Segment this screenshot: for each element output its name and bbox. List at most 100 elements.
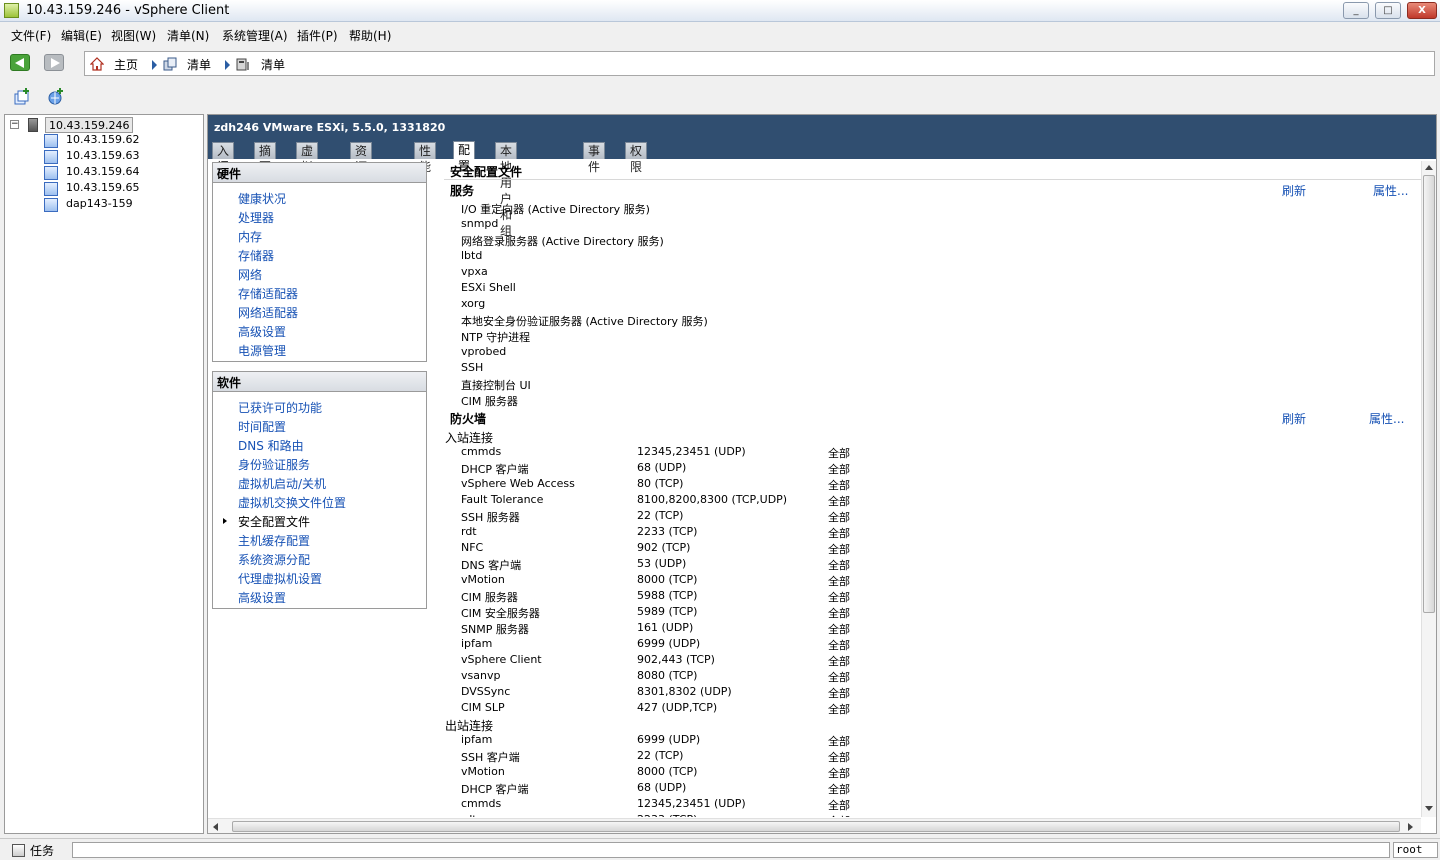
firewall-rule-ports: 902 (TCP): [637, 541, 691, 554]
breadcrumb-home[interactable]: 主页: [114, 56, 138, 73]
tasks-icon[interactable]: [12, 844, 25, 857]
firewall-rule-name: vMotion: [461, 765, 505, 778]
service-item: I/O 重定向器 (Active Directory 服务): [461, 203, 650, 216]
firewall-rule-scope: 全部: [828, 799, 850, 812]
hardware-link-power-management[interactable]: 电源管理: [238, 342, 286, 359]
firewall-rule-name: SSH 服务器: [461, 511, 520, 524]
outgoing-connections-label: 出站连接: [445, 719, 494, 733]
inventory-icon: [163, 57, 177, 71]
breadcrumb-inventory-2[interactable]: 清单: [261, 56, 285, 73]
tab-summary[interactable]: 摘要: [254, 142, 277, 174]
tree-item[interactable]: dap143-159: [66, 196, 133, 212]
vm-icon: [44, 198, 58, 212]
firewall-rule-scope: 全部: [828, 703, 850, 716]
firewall-properties-link[interactable]: 属性...: [1369, 410, 1404, 427]
firewall-rule-name: NFC: [461, 541, 484, 554]
tab-getting-started[interactable]: 入门: [212, 142, 235, 174]
firewall-rule-scope: 全部: [828, 559, 850, 572]
tree-root-host[interactable]: 10.43.159.246: [45, 117, 134, 133]
firewall-rule-name: cmmds: [461, 797, 502, 810]
menu-view[interactable]: 视图(W): [111, 27, 156, 44]
forward-arrow-icon[interactable]: [44, 54, 64, 71]
firewall-rule-ports: 22 (TCP): [637, 749, 684, 762]
service-item: 网络登录服务器 (Active Directory 服务): [461, 235, 664, 248]
software-heading: 软件: [213, 372, 426, 392]
software-link-vm-startup-shutdown[interactable]: 虚拟机启动/关机: [238, 475, 326, 492]
hardware-link-advanced-settings[interactable]: 高级设置: [238, 323, 286, 340]
vm-icon: [44, 182, 58, 196]
software-link-vm-swapfile-location[interactable]: 虚拟机交换文件位置: [238, 494, 346, 511]
vertical-scroll-thumb[interactable]: [1423, 175, 1435, 613]
horizontal-scroll-thumb[interactable]: [232, 821, 1400, 832]
tab-virtual-machines[interactable]: 虚拟机: [296, 142, 319, 190]
menu-administration[interactable]: 系统管理(A): [222, 27, 288, 44]
minimize-button[interactable]: _: [1343, 2, 1369, 19]
back-arrow-icon[interactable]: [10, 54, 30, 71]
close-button[interactable]: X: [1407, 2, 1437, 19]
tree-item[interactable]: 10.43.159.64: [66, 164, 139, 180]
services-refresh-link[interactable]: 刷新: [1282, 182, 1306, 199]
software-link-authentication-services[interactable]: 身份验证服务: [238, 456, 310, 473]
breadcrumb: 主页 清单 清单: [84, 51, 1435, 76]
scroll-right-arrow-icon[interactable]: [1408, 823, 1413, 831]
firewall-rule-ports: 80 (TCP): [637, 477, 684, 490]
firewall-rule-name: cmmds: [461, 445, 502, 458]
vertical-scrollbar[interactable]: [1421, 161, 1436, 817]
menu-plugins[interactable]: 插件(P): [297, 27, 338, 44]
tab-configuration[interactable]: 配置: [453, 141, 476, 173]
scroll-left-arrow-icon[interactable]: [213, 823, 218, 831]
toolbar: [0, 82, 1440, 110]
menu-help[interactable]: 帮助(H): [349, 27, 391, 44]
firewall-rule-scope: 全部: [828, 687, 850, 700]
firewall-rule-ports: 161 (UDP): [637, 621, 694, 634]
tab-events[interactable]: 事件: [583, 142, 606, 174]
software-link-security-profile[interactable]: 安全配置文件: [238, 513, 310, 530]
software-link-host-cache[interactable]: 主机缓存配置: [238, 532, 310, 549]
breadcrumb-inventory[interactable]: 清单: [187, 56, 211, 73]
software-link-licensed-features[interactable]: 已获许可的功能: [238, 399, 322, 416]
refresh-globe-icon[interactable]: [47, 88, 65, 106]
maximize-button[interactable]: □: [1375, 2, 1401, 19]
collapse-toggle-icon[interactable]: −: [10, 120, 19, 129]
tab-local-users-groups[interactable]: 本地用户和组: [495, 142, 518, 238]
scroll-up-arrow-icon[interactable]: [1425, 165, 1433, 170]
software-link-time-configuration[interactable]: 时间配置: [238, 418, 286, 435]
menu-inventory[interactable]: 清单(N): [167, 27, 209, 44]
esxi-host-icon: [28, 118, 38, 132]
scroll-down-arrow-icon[interactable]: [1425, 806, 1433, 811]
tree-item[interactable]: 10.43.159.62: [66, 132, 139, 148]
tab-permissions[interactable]: 权限: [625, 142, 648, 174]
firewall-rule-scope: 全部: [828, 671, 850, 684]
tree-item[interactable]: 10.43.159.65: [66, 180, 139, 196]
horizontal-scrollbar[interactable]: [208, 818, 1421, 833]
firewall-rule-scope: 全部: [828, 527, 850, 540]
services-heading: 服务: [450, 184, 475, 198]
tree-item[interactable]: 10.43.159.63: [66, 148, 139, 164]
add-host-icon[interactable]: [13, 88, 31, 106]
software-link-system-resource-allocation[interactable]: 系统资源分配: [238, 551, 310, 568]
software-link-agent-vm-settings[interactable]: 代理虚拟机设置: [238, 570, 322, 587]
tab-resource-allocation[interactable]: 资源分配: [350, 142, 373, 206]
service-item: NTP 守护进程: [461, 331, 531, 344]
firewall-rule-name: rdt: [461, 813, 477, 817]
firewall-rule-ports: 5988 (TCP): [637, 589, 698, 602]
software-link-advanced-settings[interactable]: 高级设置: [238, 589, 286, 606]
hardware-link-network-adapters[interactable]: 网络适配器: [238, 304, 298, 321]
hardware-link-storage-adapters[interactable]: 存储适配器: [238, 285, 298, 302]
navigation-bar: 主页 清单 清单: [0, 48, 1440, 78]
services-properties-link[interactable]: 属性...: [1373, 182, 1408, 199]
tab-performance[interactable]: 性能: [414, 142, 437, 174]
tasks-button[interactable]: 任务: [30, 842, 54, 859]
home-icon: [90, 57, 104, 71]
menu-file[interactable]: 文件(F): [11, 27, 51, 44]
firewall-rule-name: SSH 客户端: [461, 751, 520, 764]
menu-edit[interactable]: 编辑(E): [61, 27, 102, 44]
firewall-refresh-link[interactable]: 刷新: [1282, 410, 1306, 427]
hardware-link-processors[interactable]: 处理器: [238, 209, 274, 226]
firewall-rule-ports: 8000 (TCP): [637, 573, 698, 586]
hardware-link-memory[interactable]: 内存: [238, 228, 262, 245]
hardware-link-networking[interactable]: 网络: [238, 266, 262, 283]
software-link-dns-routing[interactable]: DNS 和路由: [238, 437, 304, 454]
hardware-link-health[interactable]: 健康状况: [238, 190, 286, 207]
hardware-link-storage[interactable]: 存储器: [238, 247, 274, 264]
